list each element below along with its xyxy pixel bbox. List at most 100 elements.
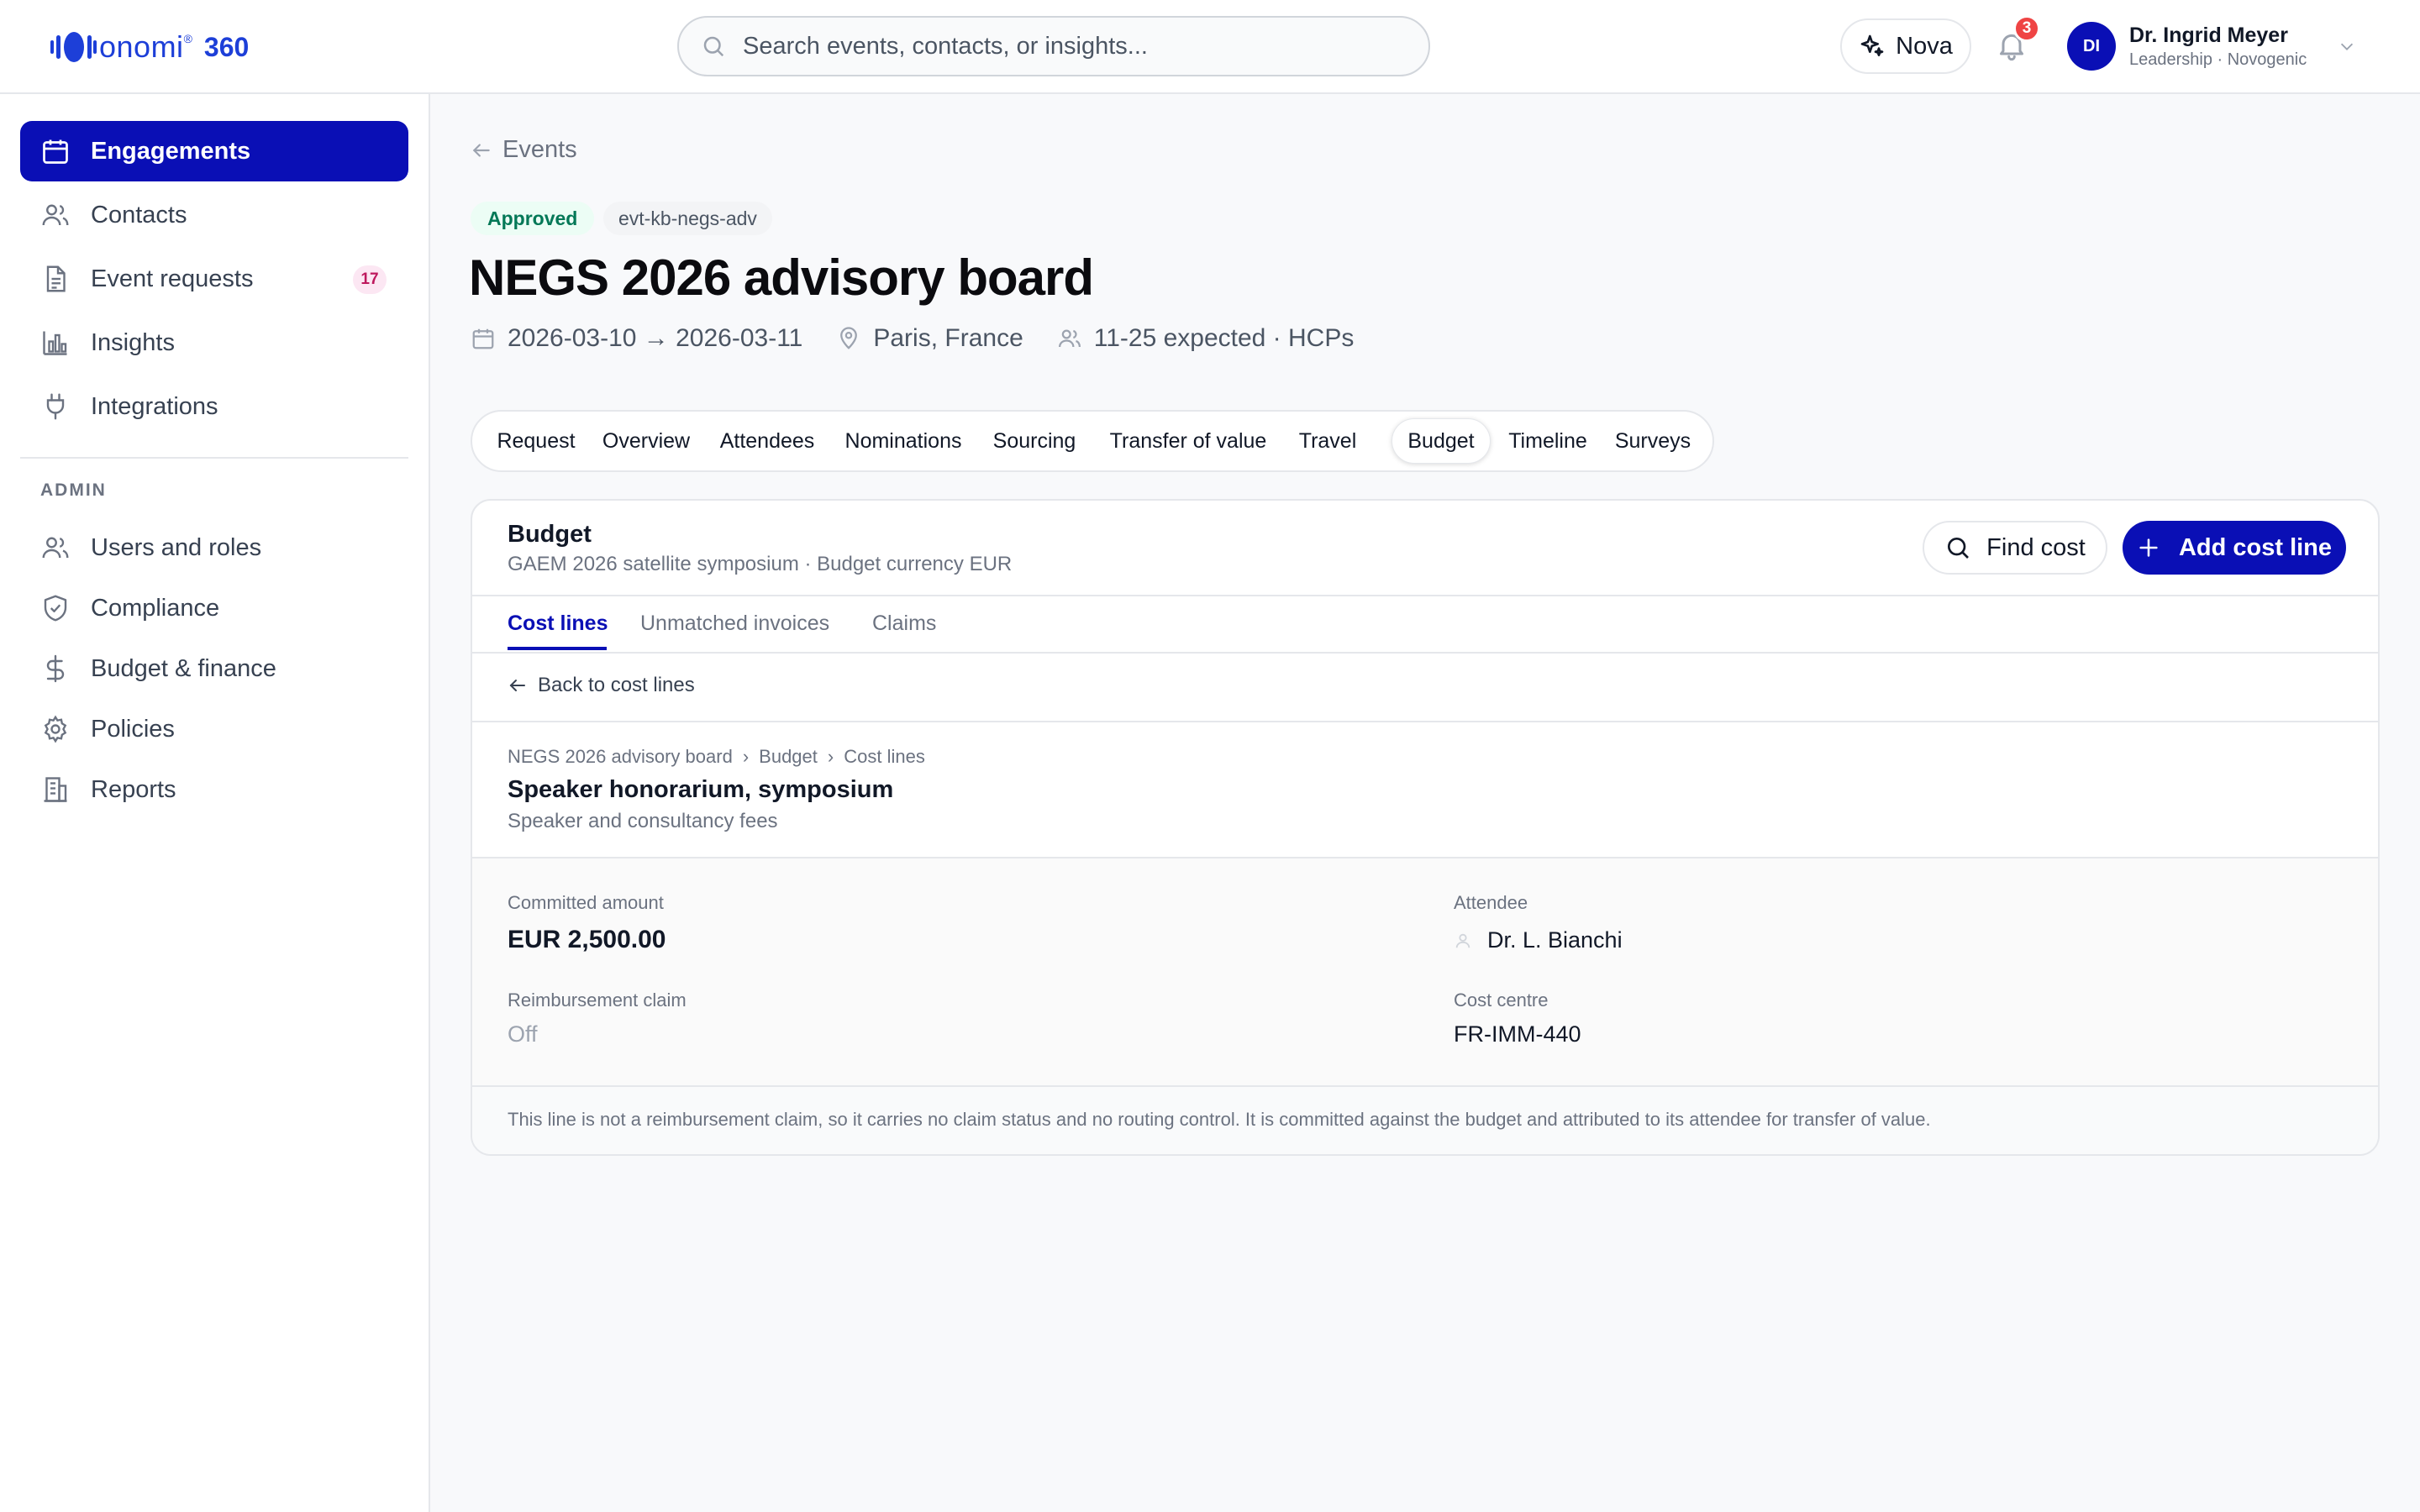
logo-mark-icon	[50, 32, 97, 62]
active-subtab-indicator	[508, 647, 607, 650]
bar-chart-icon	[43, 331, 67, 355]
cost-line-details	[472, 858, 2378, 1087]
event-meta-row: 2026-03-10 → 2026-03-11 Paris, France 11…	[471, 324, 1387, 353]
tab-attendees[interactable]: Attendees	[706, 418, 829, 464]
sidebar-item-label: Users and roles	[91, 533, 262, 561]
avatar[interactable]: DI	[2067, 22, 2116, 71]
add-cost-line-label: Add cost line	[2178, 533, 2333, 561]
divider	[472, 595, 2378, 596]
committed-amount-label: Committed amount	[508, 892, 664, 913]
tab-surveys[interactable]: Surveys	[1602, 418, 1704, 464]
event-code-badge: evt-kb-negs-adv	[603, 202, 772, 235]
nova-label: Nova	[1896, 32, 1953, 60]
logo-suffix: 360	[203, 31, 250, 62]
breadcrumb-separator: ›	[827, 746, 834, 767]
divider	[472, 652, 2378, 654]
nova-button[interactable]: Nova	[1840, 18, 1971, 74]
sidebar-item-users-and-roles[interactable]: Users and roles	[20, 517, 408, 578]
event-location: Paris, France	[836, 324, 1023, 353]
event-attendance-text: 11-25 expected · HCPs	[1093, 324, 1355, 352]
tab-transfer-of-value[interactable]: Transfer of value	[1094, 418, 1282, 464]
document-icon	[46, 265, 66, 292]
search-input[interactable]: Search events, contacts, or insights...	[677, 16, 1430, 76]
sidebar-item-label: Compliance	[91, 594, 220, 622]
search-icon	[1948, 538, 1970, 559]
sidebar-item-label: Engagements	[91, 137, 251, 165]
tab-request[interactable]: Request	[484, 418, 588, 464]
budget-title: Budget	[508, 521, 592, 548]
sidebar-item-label: Budget & finance	[91, 654, 276, 682]
breadcrumb-separator: ›	[742, 746, 750, 767]
notification-count-badge: 3	[2013, 15, 2040, 42]
calendar-icon	[43, 139, 68, 164]
sidebar-item-integrations[interactable]: Integrations	[20, 376, 408, 437]
attendee-name: Dr. L. Bianchi	[1487, 927, 1623, 953]
users-icon	[42, 204, 69, 226]
page-title: NEGS 2026 advisory board	[469, 249, 1094, 306]
sidebar-item-budget-finance[interactable]: Budget & finance	[20, 638, 408, 699]
event-tabs: Request Overview Attendees Nominations S…	[471, 410, 1714, 472]
reimbursement-claim-label: Reimbursement claim	[508, 990, 687, 1011]
back-to-events-label: Events	[502, 136, 577, 163]
plus-icon	[2139, 538, 2158, 557]
tab-nominations[interactable]: Nominations	[832, 418, 975, 464]
user-name[interactable]: Dr. Ingrid Meyer	[2129, 24, 2288, 48]
sidebar-item-insights[interactable]: Insights	[20, 312, 408, 373]
admin-section-label: ADMIN	[40, 480, 107, 500]
attendee-value[interactable]: Dr. L. Bianchi	[1454, 927, 1623, 953]
back-to-cost-lines-label: Back to cost lines	[538, 674, 695, 696]
subtab-claims[interactable]: Claims	[872, 612, 936, 636]
sidebar-item-event-requests[interactable]: Event requests 17	[20, 249, 408, 309]
cost-centre-label: Cost centre	[1454, 990, 1549, 1011]
event-location-text: Paris, France	[873, 324, 1023, 352]
status-badge: Approved	[471, 202, 595, 235]
breadcrumb-item[interactable]: Budget	[759, 746, 818, 768]
event-dates-text: 2026-03-10 → 2026-03-11	[508, 324, 803, 352]
dollar-icon	[46, 654, 65, 683]
sidebar-item-reports[interactable]: Reports	[20, 759, 408, 820]
sidebar-item-label: Policies	[91, 715, 175, 743]
subtab-cost-lines[interactable]: Cost lines	[508, 612, 608, 636]
sidebar-item-label: Insights	[91, 328, 175, 356]
subtab-unmatched-invoices[interactable]: Unmatched invoices	[640, 612, 829, 636]
sidebar-item-label: Reports	[91, 775, 176, 803]
find-cost-label: Find cost	[1986, 533, 2086, 561]
sidebar-divider	[20, 457, 408, 459]
top-bar: onomi ® 360 Search events, contacts, or i…	[0, 0, 2420, 94]
sidebar-item-contacts[interactable]: Contacts	[20, 185, 408, 245]
sidebar-item-engagements[interactable]: Engagements	[20, 121, 408, 181]
cost-centre-value: FR-IMM-440	[1454, 1021, 1581, 1047]
budget-subtitle: GAEM 2026 satellite symposium · Budget c…	[508, 553, 1013, 575]
sidebar-item-policies[interactable]: Policies	[20, 699, 408, 759]
search-icon	[703, 36, 724, 57]
info-note: This line is not a reimbursement claim, …	[508, 1109, 1931, 1130]
logo[interactable]: onomi ® 360	[49, 25, 249, 69]
event-requests-count-badge: 17	[353, 265, 387, 294]
tab-travel[interactable]: Travel	[1284, 418, 1371, 464]
sidebar-item-label: Contacts	[91, 201, 187, 228]
add-cost-line-button[interactable]: Add cost line	[2123, 521, 2346, 575]
tab-sourcing[interactable]: Sourcing	[976, 418, 1092, 464]
map-pin-icon	[840, 327, 858, 349]
find-cost-button[interactable]: Find cost	[1923, 521, 2107, 575]
tab-timeline[interactable]: Timeline	[1494, 418, 1602, 464]
attendee-label: Attendee	[1454, 892, 1528, 913]
arrow-left-icon	[509, 680, 525, 691]
sidebar-item-compliance[interactable]: Compliance	[20, 578, 408, 638]
plug-icon	[46, 393, 65, 420]
cost-line-category: Speaker and consultancy fees	[508, 810, 778, 832]
tab-overview[interactable]: Overview	[590, 418, 702, 464]
search-placeholder: Search events, contacts, or insights...	[743, 32, 1148, 60]
breadcrumb-item[interactable]: Cost lines	[844, 746, 925, 768]
chevron-down-icon[interactable]	[2338, 37, 2356, 55]
user-icon	[1455, 933, 1470, 948]
sidebar: Engagements Contacts Event requests 17 I…	[0, 94, 430, 1512]
cost-line-title: Speaker honorarium, symposium	[508, 776, 894, 803]
event-dates: 2026-03-10 → 2026-03-11	[471, 324, 802, 353]
back-to-events-link[interactable]: Events	[471, 136, 577, 164]
back-to-cost-lines-link[interactable]: Back to cost lines	[508, 674, 695, 697]
tab-budget[interactable]: Budget	[1392, 418, 1491, 464]
user-role: Leadership · Novogenic	[2129, 50, 2307, 69]
breadcrumb-item[interactable]: NEGS 2026 advisory board	[508, 746, 733, 768]
budget-card: Budget GAEM 2026 satellite symposium · B…	[471, 499, 2380, 1156]
